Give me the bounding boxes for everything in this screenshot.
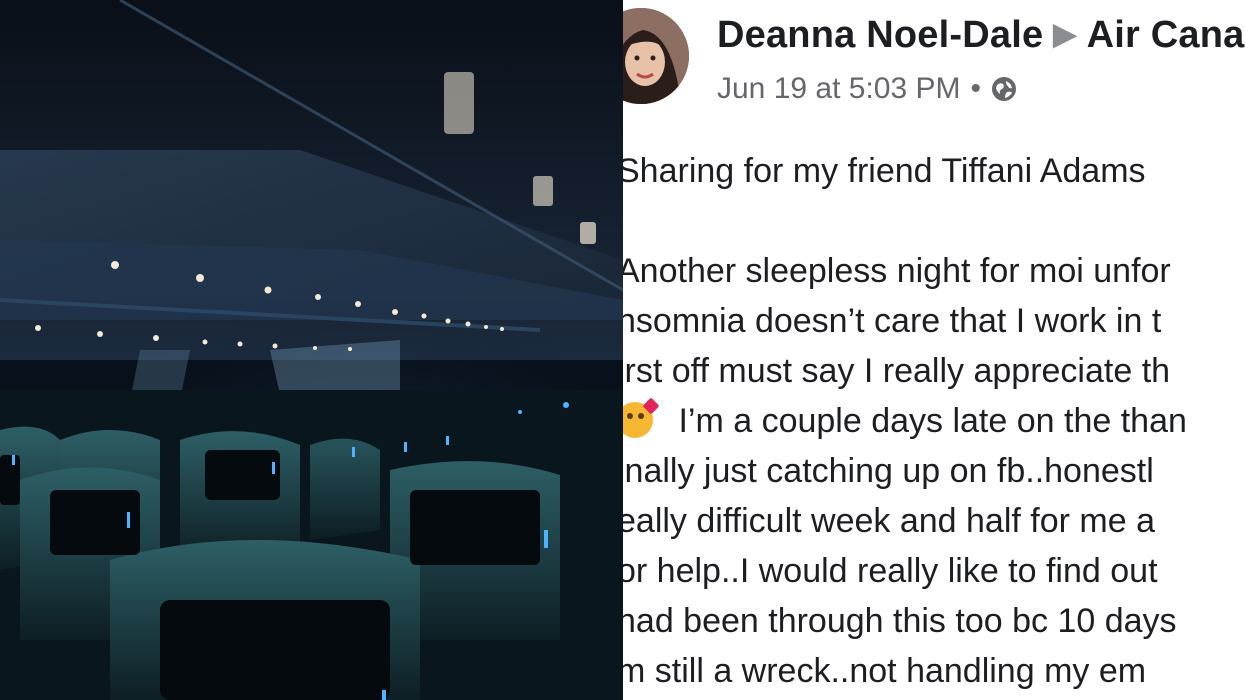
airplane-cabin-photo xyxy=(0,0,623,700)
author-name[interactable]: Deanna Noel-Dale xyxy=(717,14,1043,56)
post-line: nsomnia doesn’t care that I work in t xyxy=(623,302,1162,340)
avatar-image xyxy=(623,8,689,104)
post-line-text: I’m a couple days late on the than xyxy=(669,402,1187,440)
meta-separator: • xyxy=(970,72,982,105)
arrow-right-icon: ▶ xyxy=(1053,18,1077,51)
seat-rows xyxy=(0,390,623,700)
globe-icon[interactable] xyxy=(991,76,1017,102)
post-line: Sharing for my friend Tiffani Adams xyxy=(623,152,1146,190)
post-line: inally just catching up on fb..honestl xyxy=(623,452,1154,490)
post-line: eally difficult week and half for me a xyxy=(623,502,1155,540)
avatar[interactable] xyxy=(623,8,689,104)
cabin-illustration xyxy=(0,0,623,700)
facebook-post: Deanna Noel-Dale ▶ Air Cana Jun 19 at 5:03… xyxy=(623,0,1245,700)
post-line: m still a wreck..not handling my em xyxy=(623,652,1147,690)
post-line: Another sleepless night for moi unfor xyxy=(623,252,1171,290)
post-header: Deanna Noel-Dale ▶ Air Cana xyxy=(717,14,1244,57)
post-meta: Jun 19 at 5:03 PM • xyxy=(717,72,1017,106)
post-line: or help..I would really like to find out xyxy=(623,552,1158,590)
post-body: Sharing for my friend Tiffani Adams Anot… xyxy=(623,146,1245,696)
post-timestamp[interactable]: Jun 19 at 5:03 PM xyxy=(717,72,961,106)
post-line-with-emoji: I’m a couple days late on the than xyxy=(623,396,1245,446)
target-page-name[interactable]: Air Cana xyxy=(1087,14,1245,56)
post-line: had been through this too bc 10 days xyxy=(623,602,1177,640)
post-line: irst off must say I really appreciate th xyxy=(623,352,1171,390)
smiling-face-hearts-icon xyxy=(623,397,660,438)
